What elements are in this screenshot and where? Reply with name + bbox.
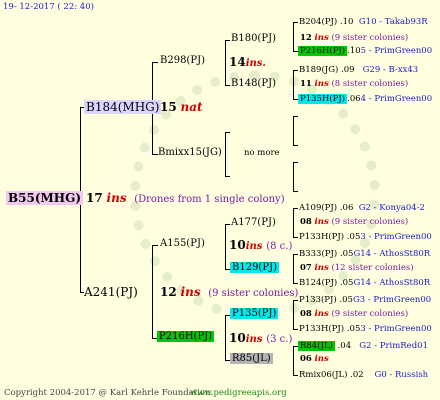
b129-info: 07 ins (12 sister colonies) bbox=[300, 263, 414, 273]
g4-row-7[interactable]: B333(PJ) .05G14 - AthosSt80R bbox=[299, 249, 430, 259]
g4-row-12[interactable]: Rmix06(JL) .02 G0 - Russish bbox=[299, 370, 428, 380]
p216-queen[interactable]: P216H(PJ) bbox=[157, 331, 215, 342]
website-link[interactable]: www.pedigreeapis.org bbox=[190, 388, 287, 398]
root-queen[interactable]: B55(MHG) bbox=[6, 191, 84, 205]
sire-queen[interactable]: B184(MHG) bbox=[84, 100, 162, 114]
g4-row-8[interactable]: B124(PJ) .05G14 - AthosSt80R bbox=[299, 278, 430, 288]
b148-queen[interactable]: B148(PJ) bbox=[231, 78, 276, 89]
g4-row-9[interactable]: P133(PJ) .05G3 - PrimGreen00 bbox=[299, 295, 431, 305]
r85-info: 06 ins bbox=[300, 354, 329, 364]
a177-info: 08 ins (9 sister colonies) bbox=[300, 217, 409, 227]
p135-queen[interactable]: P135(PJ) bbox=[230, 308, 279, 319]
copyright: Copyright 2004-2017 @ Karl Kehrle Founda… bbox=[4, 388, 214, 398]
b298-info: 14ins. bbox=[229, 55, 266, 69]
bmix-note: no more bbox=[244, 148, 280, 158]
g4-row-2[interactable]: P216H(PJ) .105 - PrimGreen00 bbox=[298, 46, 432, 56]
g4-row-5[interactable]: A109(PJ) .06 G2 - Konya04-2 bbox=[299, 203, 425, 213]
b180-queen[interactable]: B180(PJ) bbox=[231, 33, 276, 44]
b298-queen[interactable]: B298(PJ) bbox=[160, 55, 205, 66]
a155-queen[interactable]: A155(PJ) bbox=[160, 238, 205, 249]
print-date: 19- 12-2017 ( 22: 40) bbox=[3, 2, 94, 12]
g4-row-11[interactable]: R84(JL) .04 G2 - PrimRed01 bbox=[298, 341, 428, 351]
p216-info: 10ins (3 c.) bbox=[229, 331, 293, 345]
b129-queen[interactable]: B129(PJ) bbox=[230, 262, 279, 273]
g4-row-6[interactable]: P133H(PJ) .053 - PrimGreen00 bbox=[299, 232, 432, 242]
g4-row-4[interactable]: P135H(PJ) .064 - PrimGreen00 bbox=[298, 94, 432, 104]
sire-info: 15 nat bbox=[160, 100, 203, 114]
r85-queen[interactable]: R85(JL) bbox=[230, 353, 273, 364]
b148-info: 11 ins (8 sister colonies) bbox=[300, 79, 409, 89]
a155-info: 10ins (8 c.) bbox=[229, 238, 293, 252]
b180-info: 12 ins (9 sister colonies) bbox=[300, 33, 409, 43]
pedigree-chart: 19- 12-2017 ( 22: 40) Copyright 2004-201… bbox=[0, 0, 440, 400]
g4-row-1[interactable]: B204(PJ) .10 G10 - Takab93R bbox=[299, 17, 428, 27]
g4-row-3[interactable]: B189(JG) .09 G29 - B-xx43 bbox=[299, 65, 418, 75]
p135-info: 08 ins (9 sister colonies) bbox=[300, 309, 409, 319]
g4-row-10[interactable]: P133H(PJ) .053 - PrimGreen00 bbox=[299, 324, 432, 334]
root-info: 17 ins (Drones from 1 single colony) bbox=[86, 191, 285, 205]
dam-queen[interactable]: A241(PJ) bbox=[84, 285, 138, 299]
dam-info: 12 ins (9 sister colonies) bbox=[160, 285, 299, 299]
bmix-queen[interactable]: Bmixx15(JG) bbox=[158, 147, 222, 158]
a177-queen[interactable]: A177(PJ) bbox=[231, 217, 276, 228]
